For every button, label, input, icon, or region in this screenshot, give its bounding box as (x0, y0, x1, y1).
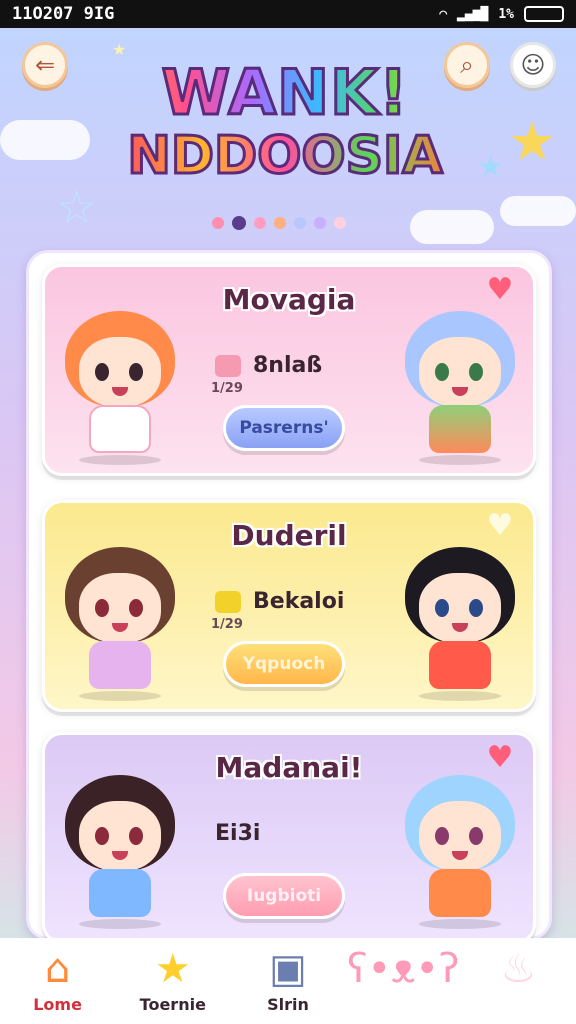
battery-icon (524, 6, 564, 22)
heart-icon[interactable]: ♥ (483, 275, 517, 305)
star-decoration: ☆ (56, 180, 98, 234)
card-action-button[interactable]: Iugbioti (223, 873, 345, 919)
character-avatar (395, 307, 525, 467)
character-avatar (395, 771, 525, 931)
card-count: 1/29 (211, 617, 243, 632)
gift-icon (215, 354, 241, 377)
character-avatar (55, 771, 185, 931)
character-avatar (55, 543, 185, 703)
card-action-button[interactable]: Pasrerns' (223, 405, 345, 451)
page-dot[interactable] (314, 217, 326, 229)
character-card[interactable]: Movagia 8nlaß 1/29 Pasrerns' ♥ (42, 264, 536, 476)
cloud-decoration (500, 196, 576, 226)
star-decoration: ★ (112, 40, 127, 59)
status-time: 11O207 9IG (12, 4, 115, 24)
status-bar: 11O207 9IG ◠ ▂▄▆█ 1% (0, 0, 576, 28)
chat-button[interactable]: ☺ (510, 42, 556, 88)
cupcake-icon: ♨ (500, 946, 537, 992)
card-subtitle: 8nlaß (253, 353, 323, 378)
tab-cards[interactable]: ▣ Slrin (230, 938, 345, 1024)
tab-label: Slrin (267, 995, 309, 1014)
signal-icon: ▂▄▆█ (457, 6, 489, 22)
card-subtitle-row: Bekaloi (215, 589, 344, 614)
chat-face-icon: ☺ (520, 51, 546, 79)
battery-percent: 1% (498, 6, 514, 22)
heart-outline-icon[interactable]: ♥ (483, 511, 517, 541)
search-button[interactable]: ⌕ (444, 42, 490, 88)
character-card[interactable]: Duderil Bekaloi 1/29 Yqpuoch ♥ (42, 500, 536, 712)
logo-line-2: NDDOOSIA (120, 129, 450, 184)
card-count: 1/29 (211, 381, 243, 396)
gift-icon (215, 590, 241, 613)
star-decoration: ★ (478, 150, 504, 183)
tab-label: Toernie (139, 995, 206, 1014)
bear-icon: ʕ•ᴥ•ʔ (347, 946, 460, 992)
app-logo: WANK! NDDOOSIA (120, 60, 450, 184)
cloud-decoration (410, 210, 494, 244)
character-card[interactable]: Madanai! Ei3i Iugbioti ♥ (42, 732, 536, 944)
character-avatar (55, 307, 185, 467)
page-dot[interactable] (294, 217, 306, 229)
character-avatar (395, 543, 525, 703)
tab-home[interactable]: ⌂ Lome (0, 938, 115, 1024)
heart-icon[interactable]: ♥ (483, 743, 517, 773)
page-dot[interactable] (232, 216, 246, 230)
cloud-decoration (0, 120, 90, 160)
star-decoration: ★ (508, 110, 557, 173)
page-dot[interactable] (254, 217, 266, 229)
status-icons: ◠ ▂▄▆█ 1% (439, 6, 564, 22)
back-button[interactable]: ⇐ (22, 42, 68, 88)
back-arrow-icon: ⇐ (34, 51, 56, 79)
page-dot[interactable] (334, 217, 346, 229)
tab-label: Uhent (376, 995, 431, 1014)
tab-label: Lome (33, 995, 82, 1014)
card-icon: ▣ (269, 946, 307, 992)
search-icon: ⌕ (460, 51, 474, 79)
card-subtitle-row: 8nlaß (215, 353, 322, 378)
tab-label: Solale (490, 995, 546, 1014)
card-subtitle-row: Ei3i (215, 821, 260, 846)
logo-line-1: WANK! (120, 60, 450, 125)
card-subtitle: Ei3i (215, 821, 261, 846)
wifi-icon: ◠ (439, 6, 448, 22)
card-action-button[interactable]: Yqpuoch (223, 641, 345, 687)
tab-favorites[interactable]: ★ Toernie (115, 938, 230, 1024)
house-icon: ⌂ (44, 946, 71, 992)
page-dot[interactable] (274, 217, 286, 229)
page-indicator (212, 216, 346, 230)
tab-shop[interactable]: ♨ Solale (461, 938, 576, 1024)
star-icon: ★ (154, 946, 191, 992)
page-dot[interactable] (212, 217, 224, 229)
card-subtitle: Bekaloi (253, 589, 345, 614)
tab-friends[interactable]: ʕ•ᴥ•ʔ Uhent (346, 938, 461, 1024)
bottom-tab-bar: ⌂ Lome ★ Toernie ▣ Slrin ʕ•ᴥ•ʔ Uhent ♨ S… (0, 938, 576, 1024)
